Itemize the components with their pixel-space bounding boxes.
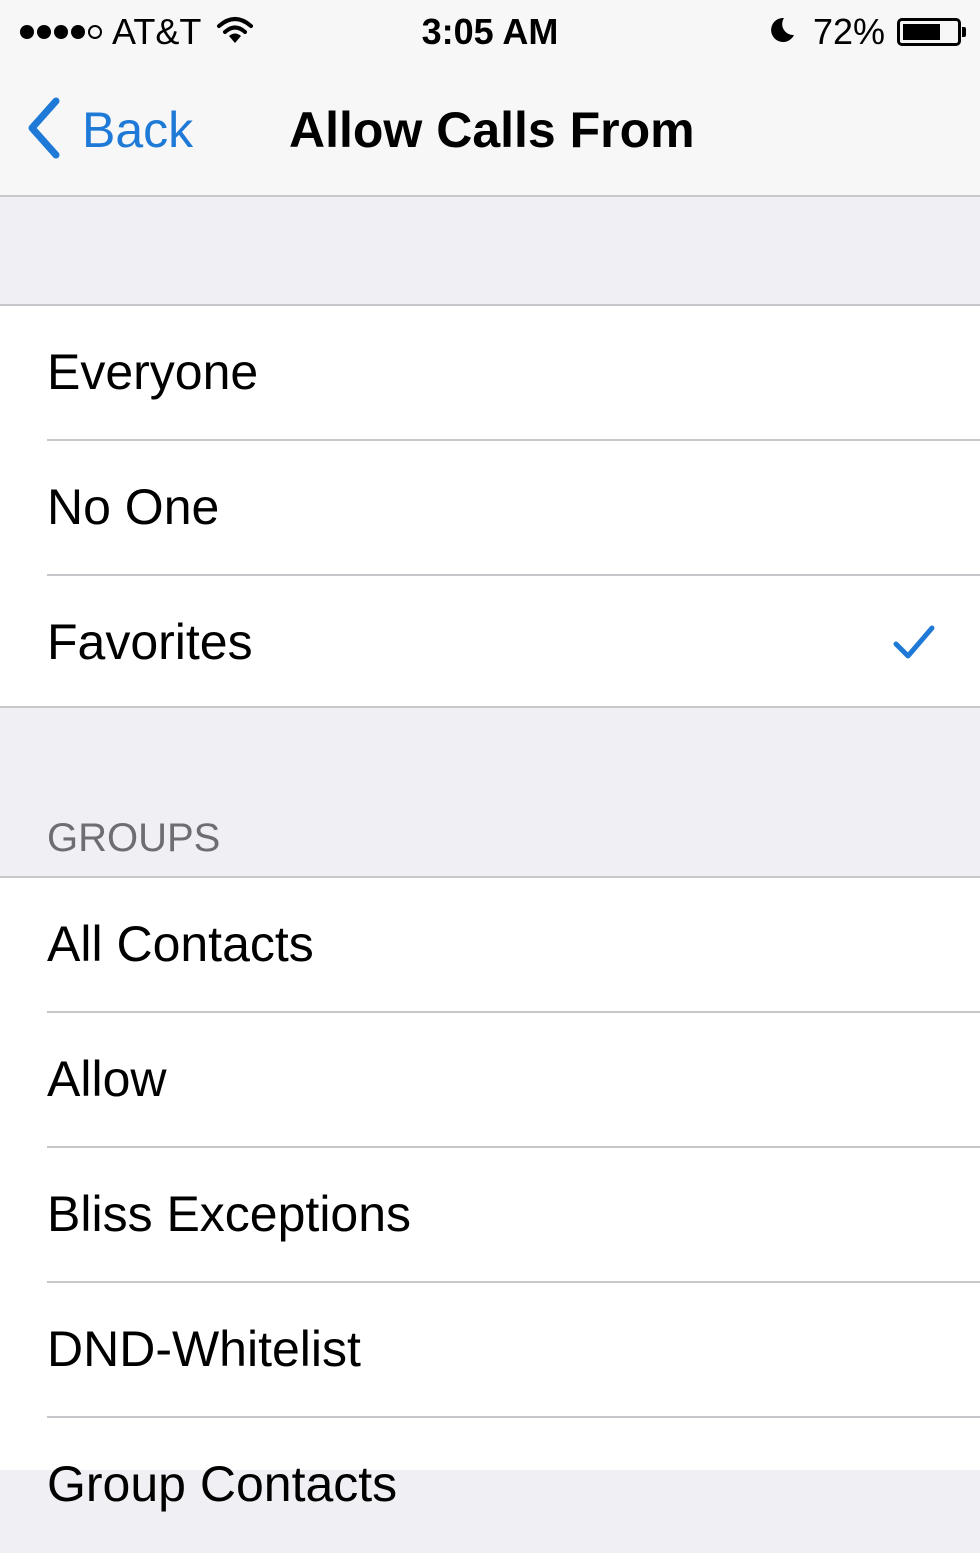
group-row-dnd-whitelist[interactable]: DND-Whitelist [0, 1283, 980, 1418]
battery-tip [962, 27, 966, 37]
status-bar: AT&T 3:05 AM 72% [0, 0, 980, 62]
group-row-group-contacts[interactable]: Group Contacts [0, 1418, 980, 1553]
option-row-everyone[interactable]: Everyone [0, 306, 980, 441]
section-header-groups: GROUPS [0, 708, 980, 876]
battery-percent: 72% [812, 11, 885, 52]
group-row-allow[interactable]: Allow [0, 1013, 980, 1148]
battery-fill [903, 24, 941, 40]
group-label: All Contacts [47, 916, 314, 972]
options-group: Everyone No One Favorites [0, 304, 980, 708]
group-label: Group Contacts [47, 1456, 398, 1512]
navigation-bar: Back Allow Calls From [0, 62, 980, 197]
option-label: Favorites [47, 614, 253, 670]
page-title: Allow Calls From [289, 102, 695, 158]
section-header-label: GROUPS [47, 816, 221, 860]
section-spacer [0, 197, 980, 304]
status-right: 72% [767, 10, 966, 54]
groups-list: All Contacts Allow Bliss Exceptions DND-… [0, 876, 980, 1512]
group-label: Allow [47, 1051, 167, 1107]
group-label: DND-Whitelist [47, 1321, 361, 1377]
battery-icon [897, 18, 966, 46]
back-button[interactable]: Back [24, 97, 194, 164]
group-label: Bliss Exceptions [47, 1186, 412, 1242]
chevron-left-icon [24, 97, 62, 164]
group-row-bliss-exceptions[interactable]: Bliss Exceptions [0, 1148, 980, 1283]
option-row-favorites[interactable]: Favorites [0, 576, 980, 710]
battery-body [897, 18, 961, 46]
back-label: Back [82, 102, 194, 158]
checkmark-icon [892, 624, 936, 665]
option-label: Everyone [47, 344, 259, 400]
moon-icon [767, 15, 797, 50]
group-row-all-contacts[interactable]: All Contacts [0, 878, 980, 1013]
option-label: No One [47, 479, 220, 535]
option-row-no-one[interactable]: No One [0, 441, 980, 576]
